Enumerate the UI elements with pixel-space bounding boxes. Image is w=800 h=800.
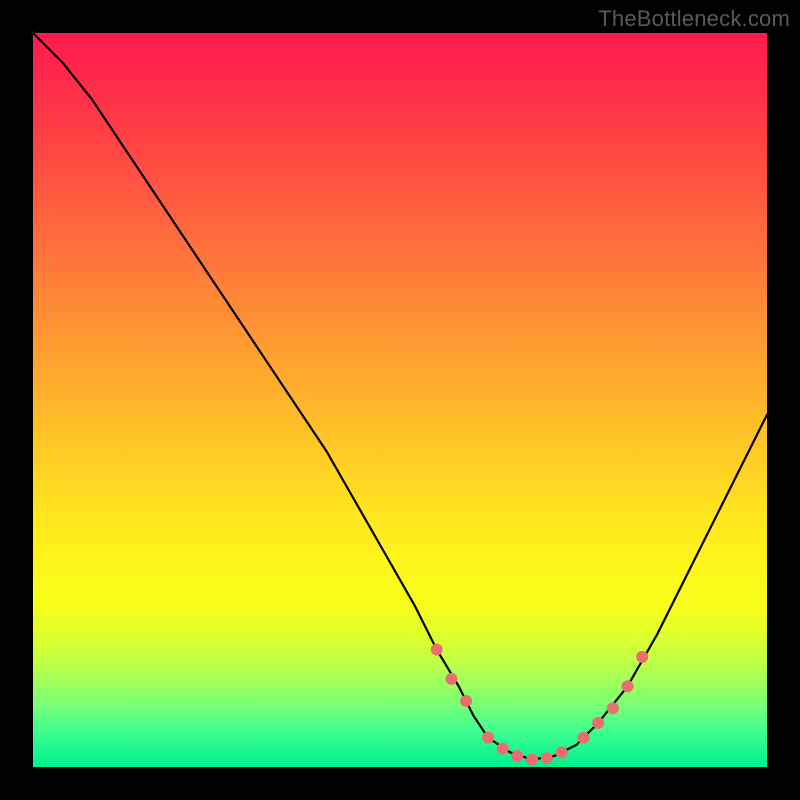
data-marker bbox=[541, 752, 553, 764]
data-marker bbox=[622, 680, 634, 692]
chart-markers-layer bbox=[33, 33, 767, 767]
chart-plot-area bbox=[33, 33, 767, 767]
data-marker bbox=[607, 702, 619, 714]
watermark-text: TheBottleneck.com bbox=[598, 6, 790, 32]
data-marker bbox=[445, 673, 457, 685]
data-marker bbox=[555, 746, 567, 758]
data-marker bbox=[460, 695, 472, 707]
data-marker bbox=[482, 732, 494, 744]
data-marker bbox=[578, 732, 590, 744]
data-marker bbox=[526, 754, 538, 766]
data-marker bbox=[636, 651, 648, 663]
data-marker bbox=[592, 717, 604, 729]
data-marker bbox=[511, 750, 523, 762]
data-marker bbox=[431, 644, 443, 656]
data-marker bbox=[497, 743, 509, 755]
